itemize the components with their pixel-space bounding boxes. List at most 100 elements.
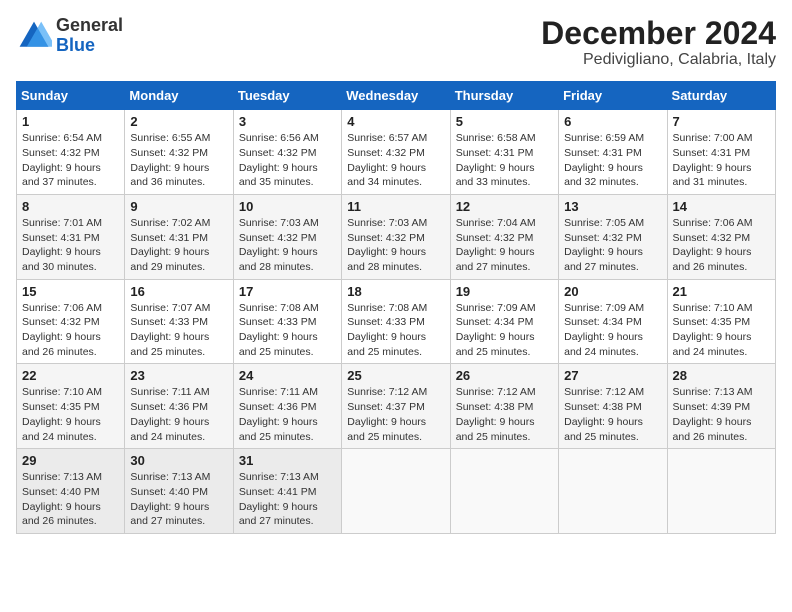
day-info: Sunrise: 6:58 AMSunset: 4:31 PMDaylight:… (456, 132, 536, 188)
calendar-cell: 10 Sunrise: 7:03 AMSunset: 4:32 PMDaylig… (233, 194, 341, 279)
calendar-cell (450, 449, 558, 534)
calendar-header-row: SundayMondayTuesdayWednesdayThursdayFrid… (17, 82, 776, 110)
calendar-cell: 12 Sunrise: 7:04 AMSunset: 4:32 PMDaylig… (450, 194, 558, 279)
calendar-cell: 19 Sunrise: 7:09 AMSunset: 4:34 PMDaylig… (450, 279, 558, 364)
day-info: Sunrise: 6:54 AMSunset: 4:32 PMDaylight:… (22, 132, 102, 188)
day-number: 19 (456, 284, 553, 299)
calendar-cell: 2 Sunrise: 6:55 AMSunset: 4:32 PMDayligh… (125, 110, 233, 195)
day-info: Sunrise: 6:57 AMSunset: 4:32 PMDaylight:… (347, 132, 427, 188)
logo-text: General Blue (56, 16, 123, 56)
calendar-cell: 6 Sunrise: 6:59 AMSunset: 4:31 PMDayligh… (559, 110, 667, 195)
day-info: Sunrise: 7:11 AMSunset: 4:36 PMDaylight:… (239, 386, 318, 442)
day-info: Sunrise: 7:08 AMSunset: 4:33 PMDaylight:… (239, 302, 319, 358)
day-number: 10 (239, 199, 336, 214)
day-info: Sunrise: 7:03 AMSunset: 4:32 PMDaylight:… (239, 217, 319, 273)
page-header: General Blue December 2024 Pedivigliano,… (16, 16, 776, 69)
location-title: Pedivigliano, Calabria, Italy (541, 51, 776, 69)
calendar-cell: 18 Sunrise: 7:08 AMSunset: 4:33 PMDaylig… (342, 279, 450, 364)
day-number: 12 (456, 199, 553, 214)
calendar-cell: 7 Sunrise: 7:00 AMSunset: 4:31 PMDayligh… (667, 110, 775, 195)
day-number: 24 (239, 368, 336, 383)
day-info: Sunrise: 7:13 AMSunset: 4:39 PMDaylight:… (673, 386, 753, 442)
day-info: Sunrise: 7:02 AMSunset: 4:31 PMDaylight:… (130, 217, 210, 273)
calendar-cell: 4 Sunrise: 6:57 AMSunset: 4:32 PMDayligh… (342, 110, 450, 195)
calendar-cell: 21 Sunrise: 7:10 AMSunset: 4:35 PMDaylig… (667, 279, 775, 364)
day-info: Sunrise: 7:01 AMSunset: 4:31 PMDaylight:… (22, 217, 102, 273)
day-number: 30 (130, 453, 227, 468)
logo-general: General (56, 16, 123, 36)
day-number: 22 (22, 368, 119, 383)
title-block: December 2024 Pedivigliano, Calabria, It… (541, 16, 776, 69)
calendar-cell: 9 Sunrise: 7:02 AMSunset: 4:31 PMDayligh… (125, 194, 233, 279)
day-info: Sunrise: 7:11 AMSunset: 4:36 PMDaylight:… (130, 386, 209, 442)
day-info: Sunrise: 7:13 AMSunset: 4:41 PMDaylight:… (239, 471, 319, 527)
calendar-weekday-saturday: Saturday (667, 82, 775, 110)
calendar-cell: 28 Sunrise: 7:13 AMSunset: 4:39 PMDaylig… (667, 364, 775, 449)
logo-icon (16, 18, 52, 54)
day-info: Sunrise: 7:09 AMSunset: 4:34 PMDaylight:… (456, 302, 536, 358)
calendar-cell: 24 Sunrise: 7:11 AMSunset: 4:36 PMDaylig… (233, 364, 341, 449)
calendar-weekday-tuesday: Tuesday (233, 82, 341, 110)
day-info: Sunrise: 6:59 AMSunset: 4:31 PMDaylight:… (564, 132, 644, 188)
calendar-cell: 27 Sunrise: 7:12 AMSunset: 4:38 PMDaylig… (559, 364, 667, 449)
day-info: Sunrise: 7:06 AMSunset: 4:32 PMDaylight:… (22, 302, 102, 358)
calendar-cell: 25 Sunrise: 7:12 AMSunset: 4:37 PMDaylig… (342, 364, 450, 449)
day-info: Sunrise: 6:55 AMSunset: 4:32 PMDaylight:… (130, 132, 210, 188)
day-info: Sunrise: 7:00 AMSunset: 4:31 PMDaylight:… (673, 132, 753, 188)
day-number: 15 (22, 284, 119, 299)
day-number: 1 (22, 114, 119, 129)
logo: General Blue (16, 16, 123, 56)
calendar-cell: 23 Sunrise: 7:11 AMSunset: 4:36 PMDaylig… (125, 364, 233, 449)
day-info: Sunrise: 6:56 AMSunset: 4:32 PMDaylight:… (239, 132, 319, 188)
calendar-cell: 1 Sunrise: 6:54 AMSunset: 4:32 PMDayligh… (17, 110, 125, 195)
calendar-table: SundayMondayTuesdayWednesdayThursdayFrid… (16, 81, 776, 534)
calendar-week-row: 29 Sunrise: 7:13 AMSunset: 4:40 PMDaylig… (17, 449, 776, 534)
day-info: Sunrise: 7:06 AMSunset: 4:32 PMDaylight:… (673, 217, 753, 273)
calendar-cell: 31 Sunrise: 7:13 AMSunset: 4:41 PMDaylig… (233, 449, 341, 534)
day-number: 6 (564, 114, 661, 129)
calendar-cell (667, 449, 775, 534)
calendar-weekday-thursday: Thursday (450, 82, 558, 110)
day-info: Sunrise: 7:04 AMSunset: 4:32 PMDaylight:… (456, 217, 536, 273)
calendar-cell: 14 Sunrise: 7:06 AMSunset: 4:32 PMDaylig… (667, 194, 775, 279)
calendar-cell (342, 449, 450, 534)
day-number: 20 (564, 284, 661, 299)
calendar-cell: 29 Sunrise: 7:13 AMSunset: 4:40 PMDaylig… (17, 449, 125, 534)
day-number: 27 (564, 368, 661, 383)
day-number: 4 (347, 114, 444, 129)
day-number: 3 (239, 114, 336, 129)
calendar-cell (559, 449, 667, 534)
day-number: 7 (673, 114, 770, 129)
day-number: 13 (564, 199, 661, 214)
day-number: 21 (673, 284, 770, 299)
calendar-cell: 20 Sunrise: 7:09 AMSunset: 4:34 PMDaylig… (559, 279, 667, 364)
day-info: Sunrise: 7:10 AMSunset: 4:35 PMDaylight:… (22, 386, 102, 442)
day-number: 29 (22, 453, 119, 468)
calendar-week-row: 1 Sunrise: 6:54 AMSunset: 4:32 PMDayligh… (17, 110, 776, 195)
day-number: 31 (239, 453, 336, 468)
day-info: Sunrise: 7:07 AMSunset: 4:33 PMDaylight:… (130, 302, 210, 358)
day-number: 11 (347, 199, 444, 214)
calendar-weekday-wednesday: Wednesday (342, 82, 450, 110)
calendar-cell: 11 Sunrise: 7:03 AMSunset: 4:32 PMDaylig… (342, 194, 450, 279)
day-number: 5 (456, 114, 553, 129)
day-number: 14 (673, 199, 770, 214)
calendar-weekday-sunday: Sunday (17, 82, 125, 110)
day-info: Sunrise: 7:05 AMSunset: 4:32 PMDaylight:… (564, 217, 644, 273)
calendar-cell: 30 Sunrise: 7:13 AMSunset: 4:40 PMDaylig… (125, 449, 233, 534)
calendar-cell: 5 Sunrise: 6:58 AMSunset: 4:31 PMDayligh… (450, 110, 558, 195)
day-number: 2 (130, 114, 227, 129)
calendar-cell: 3 Sunrise: 6:56 AMSunset: 4:32 PMDayligh… (233, 110, 341, 195)
calendar-cell: 8 Sunrise: 7:01 AMSunset: 4:31 PMDayligh… (17, 194, 125, 279)
day-number: 25 (347, 368, 444, 383)
day-info: Sunrise: 7:13 AMSunset: 4:40 PMDaylight:… (22, 471, 102, 527)
calendar-week-row: 15 Sunrise: 7:06 AMSunset: 4:32 PMDaylig… (17, 279, 776, 364)
day-number: 17 (239, 284, 336, 299)
logo-blue: Blue (56, 36, 123, 56)
day-info: Sunrise: 7:08 AMSunset: 4:33 PMDaylight:… (347, 302, 427, 358)
day-number: 23 (130, 368, 227, 383)
calendar-cell: 15 Sunrise: 7:06 AMSunset: 4:32 PMDaylig… (17, 279, 125, 364)
day-info: Sunrise: 7:12 AMSunset: 4:38 PMDaylight:… (564, 386, 644, 442)
calendar-cell: 17 Sunrise: 7:08 AMSunset: 4:33 PMDaylig… (233, 279, 341, 364)
calendar-weekday-monday: Monday (125, 82, 233, 110)
